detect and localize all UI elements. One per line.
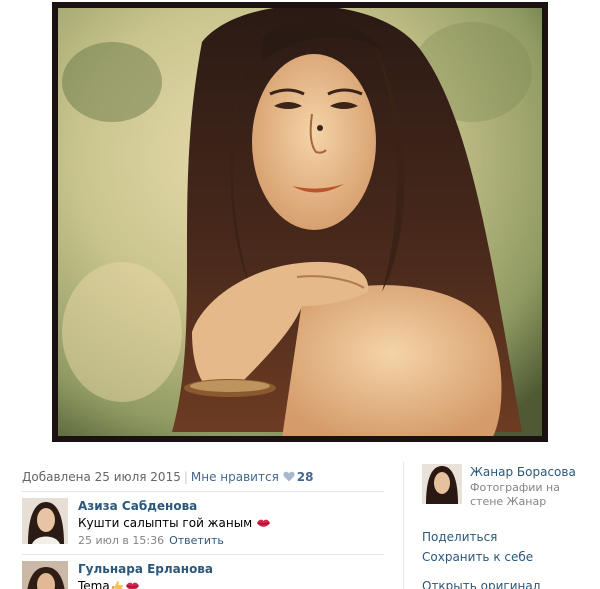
avatar[interactable] (22, 561, 68, 589)
reply-link[interactable]: Ответить (169, 534, 224, 547)
save-link[interactable]: Сохранить к себе (422, 549, 533, 565)
avatar-image (22, 498, 68, 544)
comment-info: 25 июл в 15:36 Ответить (78, 533, 384, 549)
photo-meta: Добавлена 25 июля 2015 | Мне нравится 28 (22, 470, 313, 484)
avatar[interactable] (22, 498, 68, 544)
share-link[interactable]: Поделиться (422, 529, 497, 545)
comment-text: Tema (78, 577, 384, 589)
owner-album-link[interactable]: Фотографии на стене Жанар (470, 481, 590, 509)
comment-author[interactable]: Азиза Сабденова (78, 498, 384, 514)
divider (22, 491, 384, 492)
kiss-lips-icon (257, 519, 271, 527)
comment-item: Азиза Сабденова Кушти салыпты гой жаным … (22, 498, 384, 548)
heart-icon[interactable] (283, 471, 295, 482)
added-date: Добавлена 25 июля 2015 (22, 470, 181, 484)
kiss-lips-icon (125, 582, 139, 589)
comment-item: Гульнара Ерланова Tema (22, 561, 384, 589)
comment-text-content: Tema (78, 579, 110, 589)
comment-time[interactable]: 25 июл в 15:36 (78, 534, 164, 547)
sidebar-divider (403, 462, 404, 589)
avatar-image (22, 561, 68, 589)
portrait-painting-image (52, 2, 548, 442)
comment-text: Кушти салыпты гой жаным (78, 514, 384, 532)
like-button[interactable]: Мне нравится (191, 470, 279, 484)
open-original-link[interactable]: Открыть оригинал (422, 578, 540, 589)
photo[interactable] (52, 2, 548, 442)
like-count[interactable]: 28 (297, 470, 314, 484)
photo-viewer: Добавлена 25 июля 2015 | Мне нравится 28 Аз… (0, 0, 600, 589)
owner-avatar-image (422, 464, 462, 504)
divider (22, 554, 384, 555)
owner-avatar[interactable] (422, 464, 462, 504)
comment-author[interactable]: Гульнара Ерланова (78, 561, 384, 577)
thumbs-up-icon (111, 581, 123, 589)
owner-name[interactable]: Жанар Борасова (470, 465, 576, 479)
comment-text-content: Кушти салыпты гой жаным (78, 516, 253, 530)
meta-separator: | (183, 470, 188, 484)
